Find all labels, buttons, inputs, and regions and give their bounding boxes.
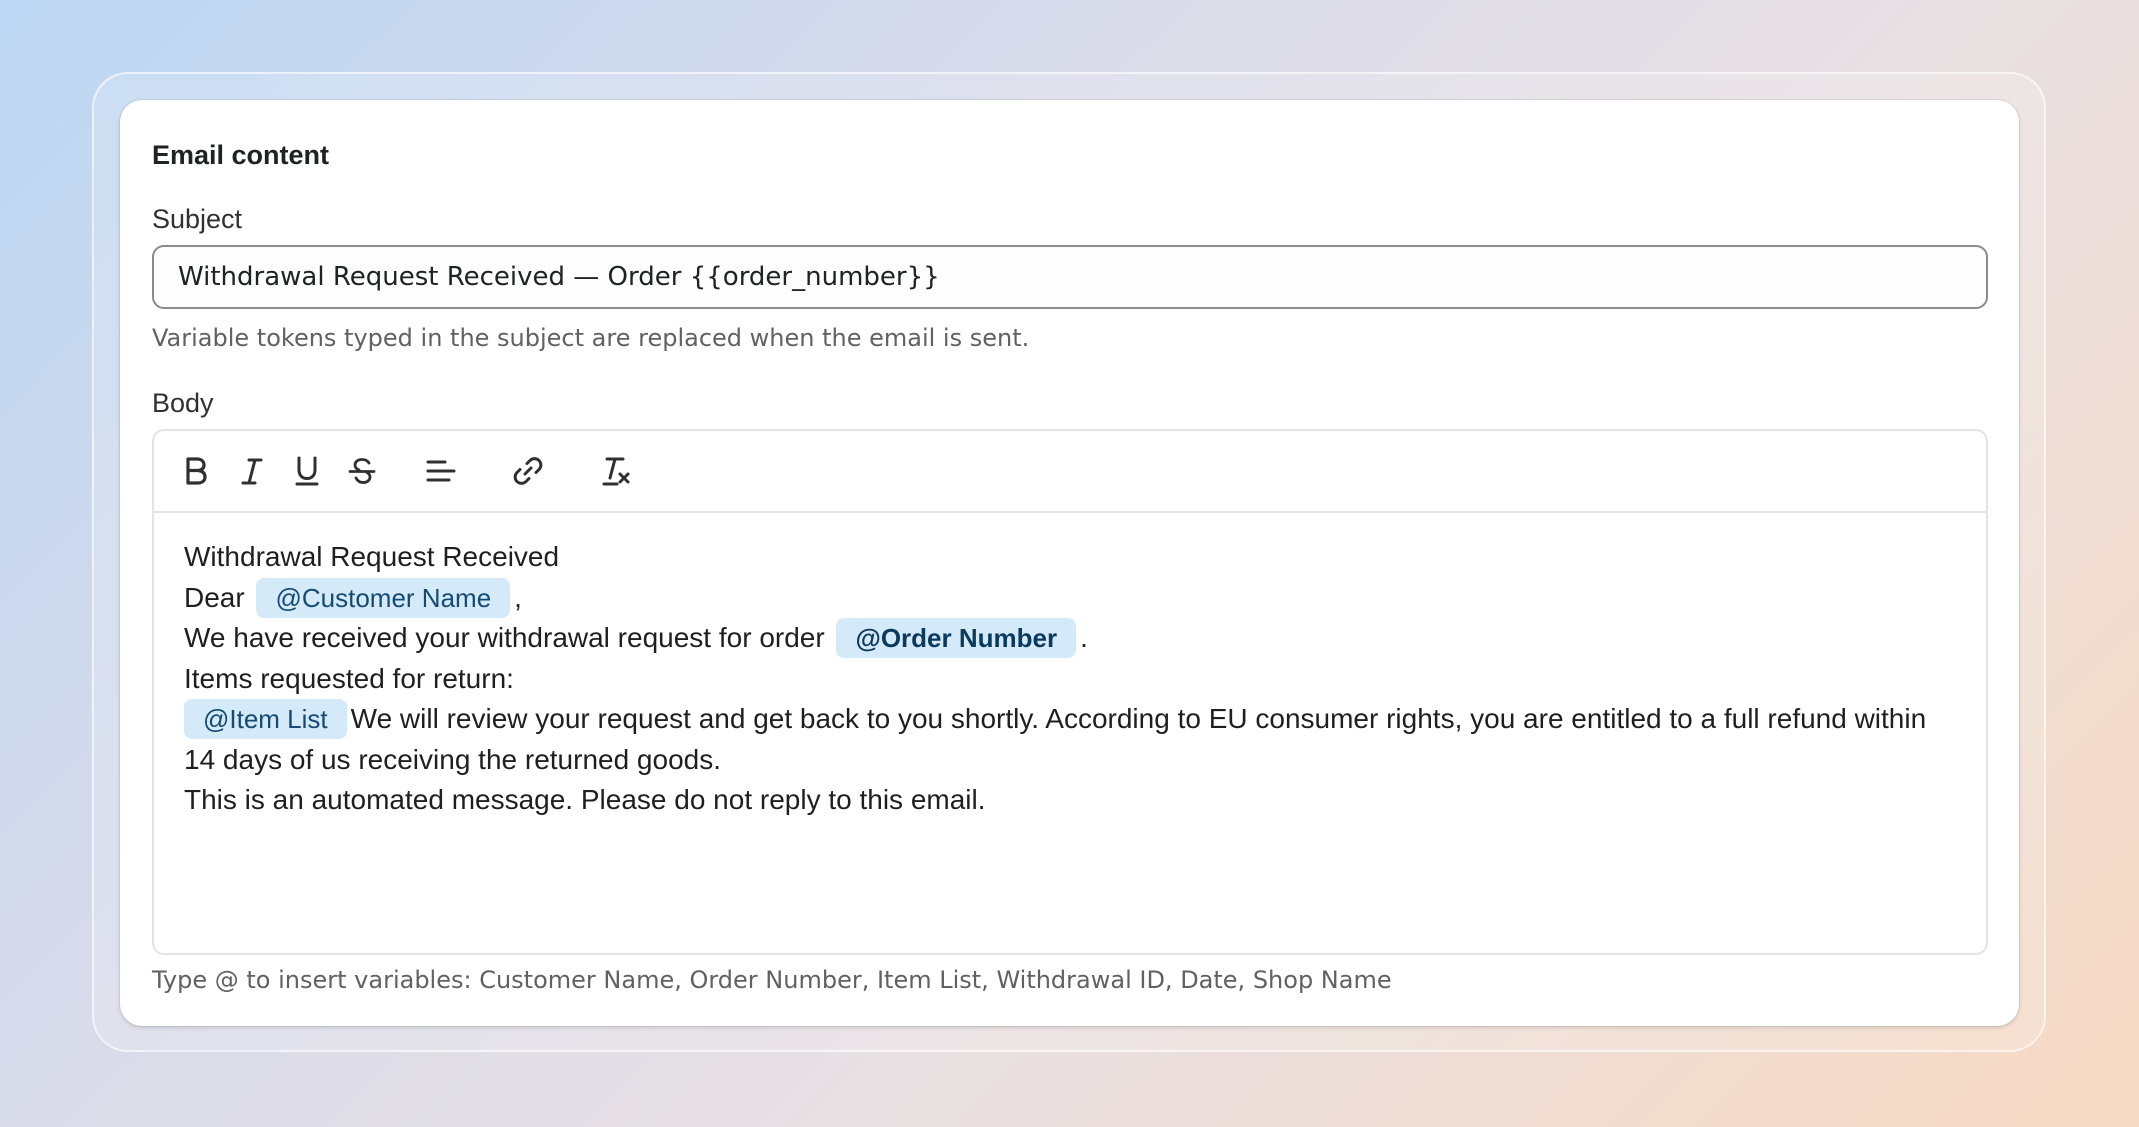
review-paragraph: @Item List We will review your request an… (184, 699, 1956, 780)
bold-button[interactable] (174, 449, 218, 493)
link-button[interactable] (506, 449, 550, 493)
received-text: We have received your withdrawal request… (184, 622, 825, 653)
subject-label: Subject (152, 204, 243, 234)
clear-format-icon (602, 457, 630, 486)
italic-icon (241, 458, 263, 485)
review-text: We will review your request and get back… (184, 703, 1927, 775)
underline-button[interactable] (285, 449, 329, 493)
underline-icon (295, 456, 319, 486)
body-help-text: Type @ to insert variables: Customer Nam… (152, 966, 1392, 994)
strikethrough-icon (348, 458, 376, 484)
body-label: Body (152, 388, 214, 418)
link-icon (513, 457, 543, 485)
subject-help-text: Variable tokens typed in the subject are… (152, 324, 1030, 352)
body-editor[interactable]: Withdrawal Request Received Dear @Custom… (152, 429, 1988, 955)
italic-button[interactable] (230, 449, 274, 493)
comma-text: , (514, 581, 522, 613)
editor-content[interactable]: Withdrawal Request Received Dear @Custom… (154, 513, 1986, 821)
dear-text: Dear (184, 581, 245, 613)
align-left-icon (426, 460, 456, 482)
customer-name-token[interactable]: @Customer Name (256, 577, 511, 618)
email-content-card: Email content Subject Variable tokens ty… (120, 100, 2019, 1026)
bold-icon (186, 457, 207, 485)
received-line: We have received your withdrawal request… (184, 618, 1956, 659)
editor-toolbar (154, 431, 1986, 513)
period-text: . (1080, 622, 1088, 653)
greeting-line: Dear @Customer Name, (184, 577, 1956, 619)
automated-message-line: This is an automated message. Please do … (184, 784, 986, 815)
order-number-token[interactable]: @Order Number (836, 618, 1077, 658)
align-left-button[interactable] (419, 449, 463, 493)
items-intro-line: Items requested for return: (184, 662, 514, 694)
card-title: Email content (152, 140, 330, 170)
body-heading: Withdrawal Request Received (184, 541, 560, 572)
subject-input[interactable] (152, 245, 1988, 309)
item-list-token[interactable]: @Item List (184, 699, 347, 739)
clear-format-button[interactable] (594, 449, 638, 493)
strikethrough-button[interactable] (340, 449, 384, 493)
